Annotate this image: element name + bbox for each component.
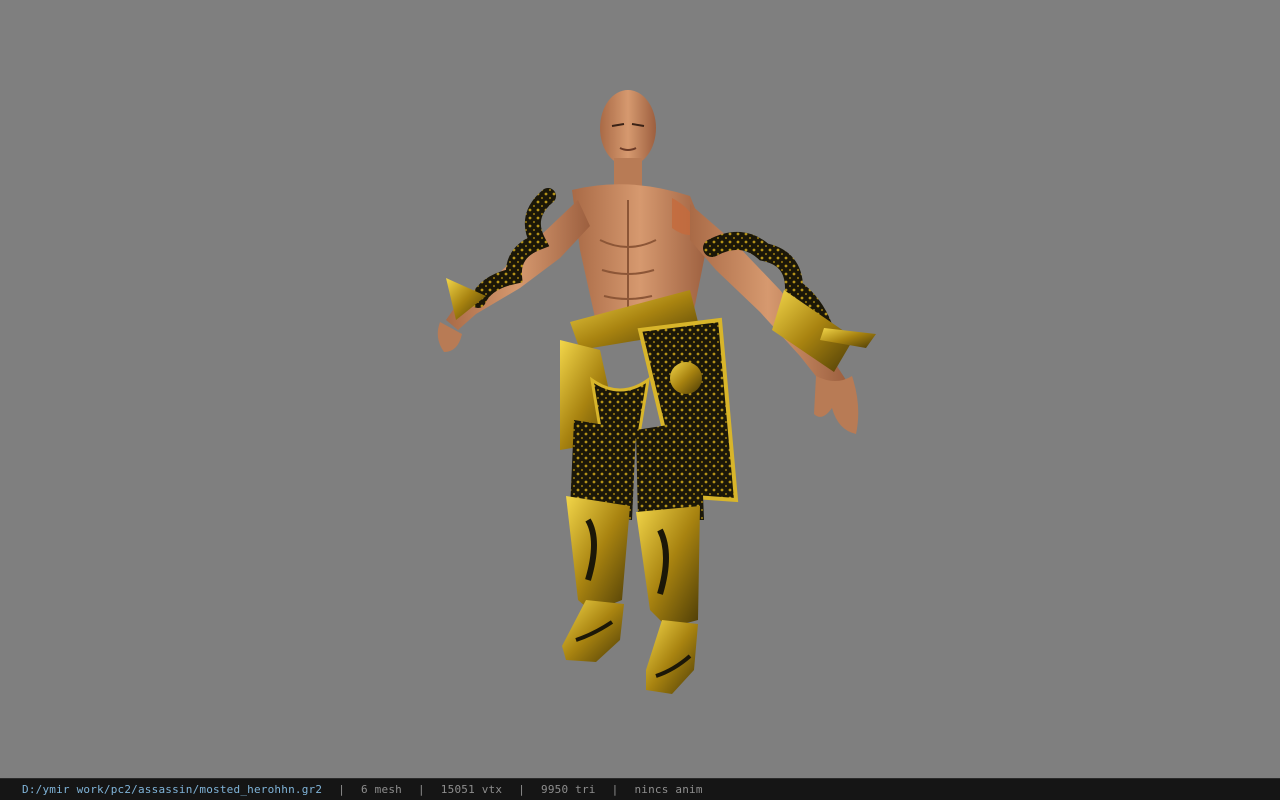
mesh-count: 6 mesh [361,783,402,796]
animation-status: nincs anim [634,783,703,796]
legs [566,420,704,628]
status-separator: | [338,783,346,796]
left-arm [437,188,590,352]
status-separator: | [518,783,526,796]
status-separator: | [611,783,619,796]
vertex-count: 15051 vtx [440,783,503,796]
status-separator: | [417,783,425,796]
head [600,90,656,188]
3d-viewport[interactable] [0,0,1280,778]
triangle-count: 9950 tri [541,783,596,796]
character-model [437,90,876,694]
status-bar: D:/ymir work/pc2/assassin/mosted_herohhn… [0,778,1280,800]
model-file-path: D:/ymir work/pc2/assassin/mosted_herohhn… [22,783,323,796]
